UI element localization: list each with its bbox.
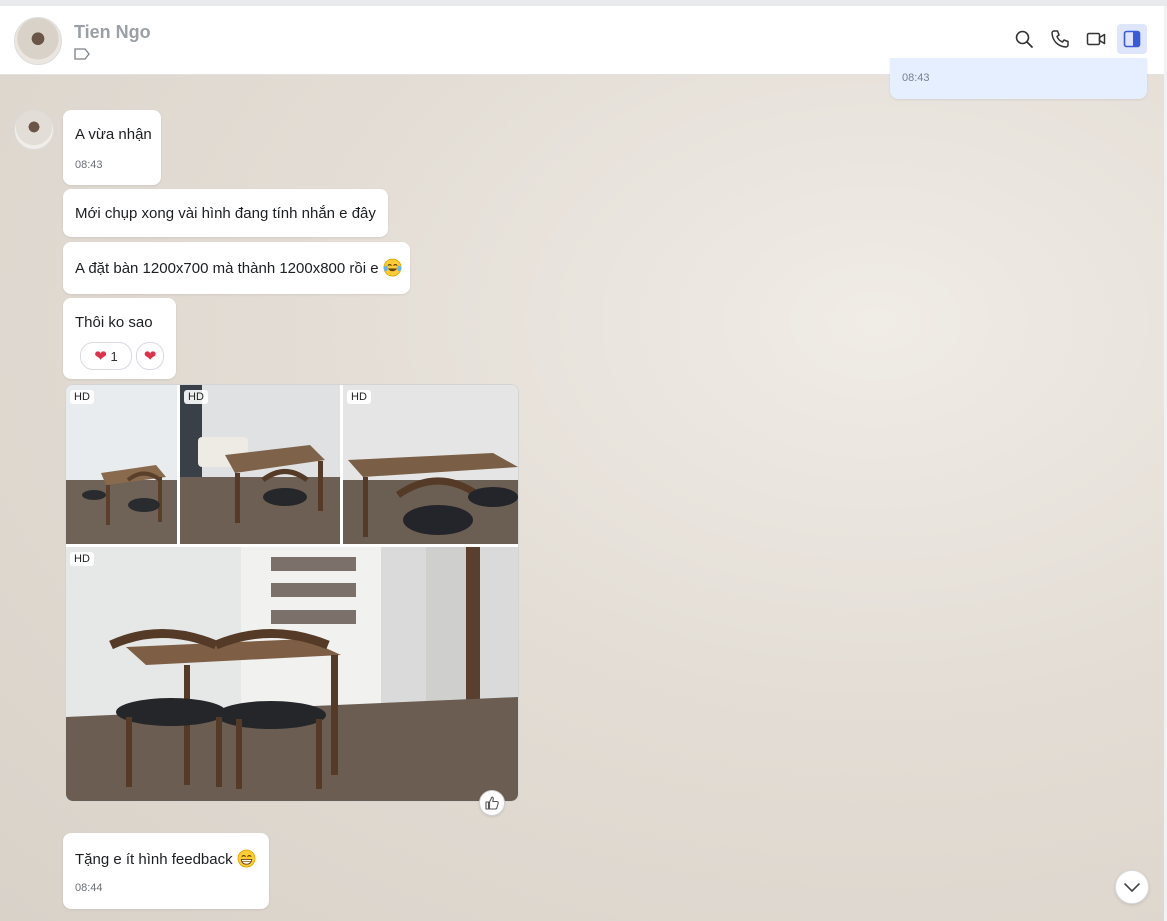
tag-icon[interactable] (74, 48, 90, 60)
reaction-summary[interactable]: ❤ 1 (80, 342, 132, 370)
dining-set-image (343, 385, 518, 544)
hd-badge: HD (347, 390, 371, 404)
chevron-down-icon (1124, 883, 1140, 892)
dining-set-image (180, 385, 340, 544)
sender-avatar[interactable] (14, 110, 54, 150)
heart-icon: ❤ (143, 348, 157, 365)
add-reaction-button[interactable]: ❤ (136, 342, 164, 370)
message-bubble[interactable]: A đặt bàn 1200x700 mà thành 1200x800 rồi… (63, 242, 410, 294)
phone-icon[interactable] (1050, 29, 1070, 49)
message-text: Mới chụp xong vài hình đang tính nhắn e … (75, 205, 376, 222)
message-bubble[interactable]: Mới chụp xong vài hình đang tính nhắn e … (63, 189, 388, 237)
like-button[interactable] (479, 790, 505, 816)
search-icon[interactable] (1014, 29, 1034, 49)
photo-thumbnail[interactable]: HD (66, 385, 177, 544)
dining-room-image (66, 547, 518, 801)
photo-grid: HD HD HD HD (65, 384, 519, 802)
sent-message-bubble[interactable]: 08:43 (890, 58, 1147, 99)
message-text: Tặng e ít hình feedback (75, 851, 233, 868)
scroll-to-bottom-button[interactable] (1115, 870, 1149, 904)
message-text: A vừa nhận (75, 126, 152, 143)
sidebar-toggle-button[interactable] (1117, 24, 1147, 54)
hd-badge: HD (70, 552, 94, 566)
sidebar-toggle-icon (1123, 30, 1141, 48)
message-bubble[interactable]: Thôi ko sao ❤ 1 ❤ (63, 298, 176, 379)
message-time: 08:43 (75, 159, 103, 171)
message-time: 08:43 (902, 72, 930, 84)
reaction-count: 1 (110, 348, 118, 364)
thumbs-up-icon (485, 796, 499, 810)
contact-name[interactable]: Tien Ngo (74, 22, 151, 43)
heart-icon: ❤ (94, 348, 107, 365)
contact-avatar[interactable] (14, 17, 62, 65)
dining-set-image (66, 385, 177, 544)
message-text: Thôi ko sao (75, 314, 153, 331)
message-text: A đặt bàn 1200x700 mà thành 1200x800 rồi… (75, 260, 379, 277)
hd-badge: HD (184, 390, 208, 404)
video-call-icon[interactable] (1086, 29, 1106, 49)
grinning-emoji (237, 849, 256, 868)
message-bubble[interactable]: A vừa nhận 08:43 (63, 110, 161, 185)
photo-thumbnail[interactable]: HD (180, 385, 340, 544)
message-bubble[interactable]: Tặng e ít hình feedback 08:44 (63, 833, 269, 909)
hd-badge: HD (70, 390, 94, 404)
laughing-tears-emoji (383, 258, 402, 277)
message-time: 08:44 (75, 882, 103, 894)
photo-thumbnail[interactable]: HD (343, 385, 518, 544)
photo-large[interactable]: HD (66, 547, 518, 801)
